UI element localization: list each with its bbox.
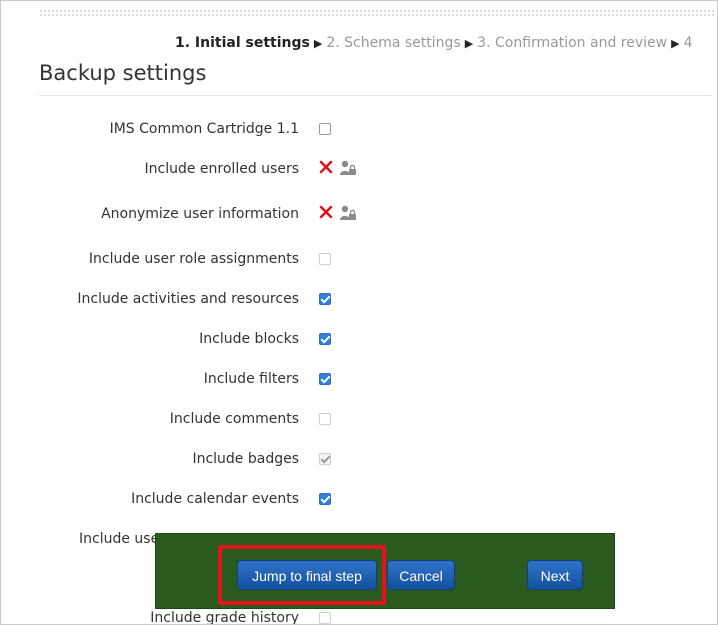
setting-label: Include comments xyxy=(169,411,299,427)
setting-row-anonymize: Anonymize user information xyxy=(1,203,717,225)
setting-row-activities: Include activities and resources xyxy=(1,288,717,310)
step-schema-settings: 2. Schema settings xyxy=(326,35,461,51)
page-title: Backup settings xyxy=(39,61,207,85)
setting-row-grade-history: Include grade history xyxy=(1,607,717,625)
setting-label: Include grade history xyxy=(150,610,299,625)
setting-label: Include user role assignments xyxy=(88,251,299,267)
step-arrow-icon: ▶ xyxy=(313,37,323,50)
page-frame: 1. Initial settings ▶ 2. Schema settings ▶ 3… xyxy=(0,0,718,625)
grade-history-checkbox[interactable] xyxy=(319,612,331,624)
step-arrow-icon: ▶ xyxy=(671,37,680,50)
heading-divider xyxy=(39,95,711,96)
ims-cc-checkbox[interactable] xyxy=(319,123,331,135)
highlight-box xyxy=(218,545,386,605)
user-lock-icon xyxy=(340,160,356,175)
next-button[interactable]: Next xyxy=(527,560,583,590)
step-arrow-icon: ▶ xyxy=(464,37,474,50)
progress-steps: 1. Initial settings ▶ 2. Schema settings ▶ 3… xyxy=(175,35,693,51)
setting-label: Anonymize user information xyxy=(101,206,299,222)
setting-row-blocks: Include blocks xyxy=(1,328,717,350)
top-decorative-stripe xyxy=(39,9,715,17)
setting-label: Include blocks xyxy=(199,331,299,347)
step-4: 4 xyxy=(683,35,693,51)
setting-row-enrolled-users: Include enrolled users xyxy=(1,158,717,180)
setting-row-filters: Include filters xyxy=(1,368,717,390)
user-lock-icon xyxy=(340,205,356,220)
role-assignments-checkbox[interactable] xyxy=(319,253,331,265)
badges-checkbox[interactable] xyxy=(319,453,331,465)
setting-row-ims-cc: IMS Common Cartridge 1.1 xyxy=(1,118,717,140)
setting-row-calendar: Include calendar events xyxy=(1,488,717,510)
setting-label: Include badges xyxy=(192,451,299,467)
setting-label: IMS Common Cartridge 1.1 xyxy=(109,121,299,137)
cross-icon xyxy=(319,160,333,174)
setting-label: Include enrolled users xyxy=(144,161,299,177)
step-confirmation-review: 3. Confirmation and review xyxy=(477,35,668,51)
activities-checkbox[interactable] xyxy=(319,293,331,305)
setting-label: Include filters xyxy=(203,371,299,387)
setting-row-comments: Include comments xyxy=(1,408,717,430)
cancel-button[interactable]: Cancel xyxy=(387,560,455,590)
setting-label: Include calendar events xyxy=(131,491,299,507)
filters-checkbox[interactable] xyxy=(319,373,331,385)
cross-icon xyxy=(319,205,333,219)
step-initial-settings: 1. Initial settings xyxy=(175,35,310,51)
setting-row-badges: Include badges xyxy=(1,448,717,470)
setting-label: Include use xyxy=(79,531,160,547)
comments-checkbox[interactable] xyxy=(319,413,331,425)
setting-label: Include activities and resources xyxy=(77,291,299,307)
setting-row-role-assignments: Include user role assignments xyxy=(1,248,717,270)
calendar-checkbox[interactable] xyxy=(319,493,331,505)
blocks-checkbox[interactable] xyxy=(319,333,331,345)
